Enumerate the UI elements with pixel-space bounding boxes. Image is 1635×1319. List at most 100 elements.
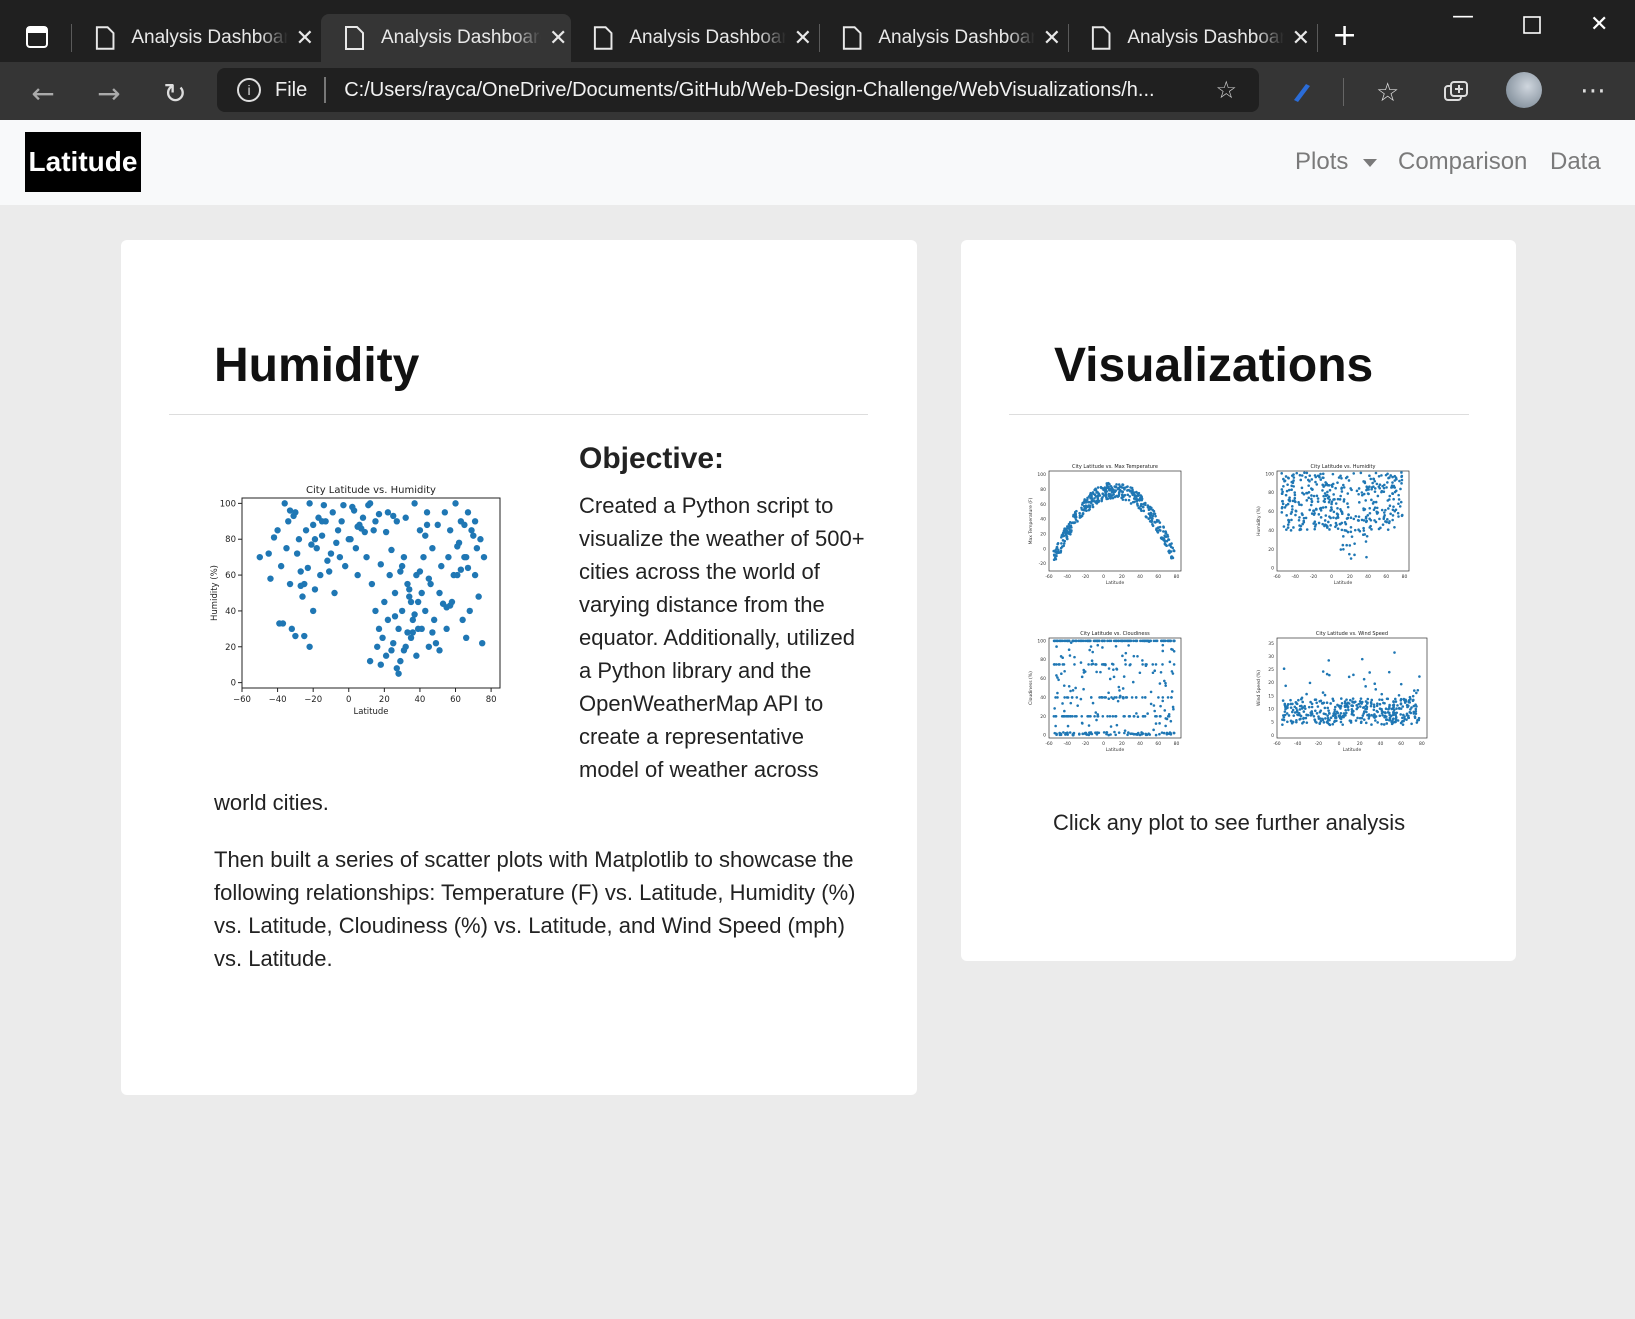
nav-plots-dropdown[interactable]: Plots	[1295, 148, 1378, 176]
thumb-point	[1346, 505, 1350, 509]
address-bar[interactable]: i File C:/Users/rayca/OneDrive/Documents…	[217, 68, 1259, 112]
close-tab-icon[interactable]: ✕	[1043, 25, 1061, 51]
thumb-point	[1349, 530, 1353, 534]
thumb-point	[1300, 486, 1304, 490]
thumb-x-label: Latitude	[1343, 747, 1362, 753]
thumb-point	[1123, 731, 1126, 735]
thumb-point	[1378, 707, 1382, 710]
thumb-point	[1132, 654, 1136, 658]
browser-tab-3[interactable]: Analysis Dashboard ✕	[570, 14, 812, 62]
close-tab-icon[interactable]: ✕	[794, 25, 812, 51]
thumb-x-tick: 40	[1137, 574, 1143, 580]
close-window-icon[interactable]: ✕	[1590, 12, 1608, 37]
thumb-point	[1319, 506, 1323, 510]
info-icon[interactable]: i	[237, 78, 261, 102]
new-tab-icon[interactable]: +	[1332, 18, 1357, 53]
thumb-point	[1154, 663, 1158, 666]
thumb-point	[1392, 711, 1395, 715]
thumb-point	[1091, 491, 1095, 494]
thumb-point	[1382, 723, 1386, 726]
thumb-point	[1082, 687, 1085, 691]
thumb-point	[1117, 483, 1121, 486]
thumb-max-temperature[interactable]: City Latitude vs. Max Temperature -60 -40 -…	[1025, 461, 1195, 591]
nav-comparison[interactable]: Comparison	[1398, 148, 1527, 176]
url-text[interactable]: C:/Users/rayca/OneDrive/Documents/GitHub…	[344, 79, 1192, 102]
thumb-point	[1126, 485, 1129, 488]
close-tab-icon[interactable]: ✕	[1292, 25, 1310, 51]
thumb-point	[1141, 659, 1144, 662]
close-tab-icon[interactable]: ✕	[549, 25, 567, 51]
thumb-point	[1134, 696, 1138, 699]
thumb-point	[1128, 489, 1132, 492]
thumb-point	[1321, 522, 1324, 526]
thumb-point	[1340, 476, 1343, 480]
thumb-point	[1400, 720, 1404, 723]
back-icon[interactable]: ←	[26, 76, 60, 110]
thumb-point	[1323, 519, 1327, 522]
thumb-y-tick: 0	[1043, 546, 1046, 552]
thumb-point	[1352, 517, 1356, 521]
more-options-icon[interactable]: ⋯	[1580, 76, 1606, 106]
thumb-point	[1085, 498, 1089, 502]
thumb-point	[1346, 705, 1350, 708]
thumb-humidity[interactable]: City Latitude vs. Humidity -60 -40 -20 0 20 40…	[1253, 461, 1423, 591]
thumb-point	[1332, 493, 1335, 496]
tab-actions-icon[interactable]	[26, 26, 48, 48]
thumb-point	[1388, 711, 1391, 715]
toolbar-separator	[1343, 78, 1344, 106]
forward-icon[interactable]: →	[92, 76, 126, 110]
thumb-point	[1073, 663, 1076, 666]
thumb-point	[1386, 518, 1389, 521]
thumb-point	[1316, 705, 1320, 708]
browser-tab-4[interactable]: Analysis Dashboard ✕	[819, 14, 1061, 62]
thumb-point	[1312, 509, 1315, 513]
thumb-point	[1083, 498, 1086, 501]
refresh-icon[interactable]: ↻	[158, 76, 192, 110]
thumb-point	[1326, 721, 1329, 725]
collections-icon[interactable]	[1443, 80, 1469, 104]
page-icon	[1091, 26, 1111, 50]
thumb-cloudiness[interactable]: City Latitude vs. Cloudiness -60 -40 -20 0 20…	[1025, 628, 1195, 758]
minimize-icon[interactable]: —	[1452, 4, 1474, 29]
thumb-point	[1400, 478, 1404, 482]
brand-logo[interactable]: Latitude	[25, 132, 141, 192]
browser-tab-5[interactable]: Analysis Dashboard ✕	[1068, 14, 1310, 62]
thumb-point	[1164, 535, 1168, 539]
thumb-point	[1366, 697, 1370, 701]
thumb-point	[1375, 709, 1379, 713]
maximize-icon[interactable]	[1523, 16, 1541, 34]
nav-plots-label: Plots	[1295, 148, 1349, 175]
thumb-point	[1348, 544, 1352, 547]
thumb-point	[1343, 700, 1347, 703]
thumb-point	[1111, 494, 1114, 497]
thumb-point	[1356, 519, 1360, 522]
thumb-wind-speed[interactable]: City Latitude vs. Wind Speed -60 -40 -20 0 20…	[1253, 628, 1438, 758]
thumb-point	[1394, 713, 1398, 717]
thumb-point	[1310, 705, 1314, 709]
nav-data[interactable]: Data	[1550, 148, 1601, 176]
thumb-point	[1075, 696, 1079, 699]
thumb-point	[1065, 535, 1069, 539]
visualizations-caption: Click any plot to see further analysis	[1053, 810, 1406, 835]
thumb-point	[1290, 484, 1293, 488]
extension-icon[interactable]	[1290, 80, 1314, 104]
close-tab-icon[interactable]: ✕	[296, 25, 314, 51]
thumb-point	[1117, 639, 1121, 643]
thumb-point	[1142, 502, 1146, 506]
browser-tab-1[interactable]: Analysis Dashboard ✕	[72, 14, 314, 62]
thumb-point	[1161, 699, 1165, 703]
thumb-point	[1158, 682, 1162, 685]
browser-tab-2[interactable]: Analysis Dashboard ✕	[321, 14, 571, 62]
profile-avatar[interactable]	[1506, 72, 1542, 108]
add-favorite-icon[interactable]: ☆	[1215, 76, 1237, 105]
thumb-point	[1381, 523, 1385, 526]
thumb-point	[1101, 715, 1105, 718]
thumb-point	[1089, 496, 1092, 500]
favorites-icon[interactable]: ☆	[1376, 78, 1399, 108]
thumb-point	[1147, 517, 1151, 521]
thumb-point	[1128, 715, 1132, 718]
thumb-point	[1307, 484, 1310, 487]
thumb-point	[1117, 685, 1121, 689]
thumb-point	[1415, 691, 1418, 695]
thumb-point	[1413, 716, 1417, 720]
